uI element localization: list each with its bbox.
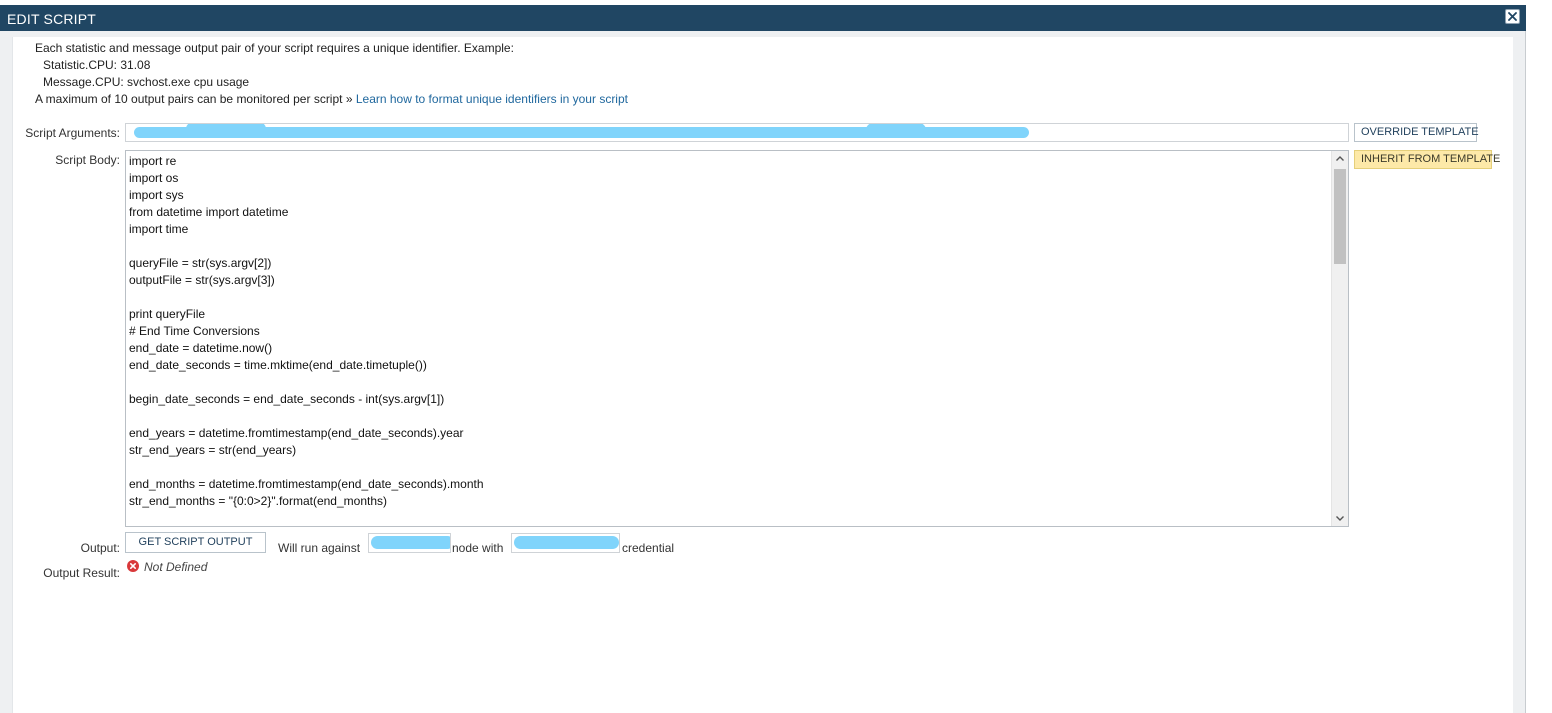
intro-limit-line: A maximum of 10 output pairs can be moni… <box>35 91 628 108</box>
dialog-content: Each statistic and message output pair o… <box>12 37 1513 713</box>
chevron-up-icon[interactable] <box>1335 154 1345 164</box>
scrollbar-thumb[interactable] <box>1334 169 1346 264</box>
error-circle-icon <box>127 560 139 572</box>
inherit-from-template-button[interactable]: INHERIT FROM TEMPLATE <box>1354 150 1500 169</box>
script-arguments-label: Script Arguments: <box>25 126 120 140</box>
script-body-label: Script Body: <box>55 153 120 167</box>
node-with-text: node with <box>452 541 504 555</box>
redaction-mark <box>371 536 450 549</box>
get-script-output-button[interactable]: GET SCRIPT OUTPUT <box>125 532 266 553</box>
override-template-button[interactable]: OVERRIDE TEMPLATE <box>1354 123 1479 142</box>
output-label: Output: <box>80 541 120 555</box>
close-icon <box>1508 12 1517 21</box>
output-result-value: Not Defined <box>144 560 208 574</box>
redaction-mark <box>514 536 619 549</box>
output-result-label: Output Result: <box>43 566 120 580</box>
node-field[interactable] <box>368 533 451 553</box>
intro-example-message: Message.CPU: svchost.exe cpu usage <box>43 75 250 89</box>
redaction-mark <box>186 124 266 136</box>
chevron-down-icon[interactable] <box>1335 513 1345 523</box>
close-button[interactable] <box>1505 9 1520 24</box>
intro-example-statistic: Statistic.CPU: 31.08 <box>43 58 151 72</box>
dialog-titlebar: EDIT SCRIPT <box>0 5 1526 31</box>
script-body-editor[interactable]: import re import os import sys from date… <box>125 150 1349 527</box>
intro-line: Each statistic and message output pair o… <box>35 41 514 55</box>
edit-script-dialog: EDIT SCRIPT Each statistic and message o… <box>0 5 1526 713</box>
script-intro: Each statistic and message output pair o… <box>35 40 628 108</box>
credential-text: credential <box>622 541 675 555</box>
script-arguments-input[interactable] <box>125 123 1349 142</box>
script-body-scrollbar[interactable] <box>1331 151 1348 526</box>
format-identifiers-link[interactable]: Learn how to format unique identifiers i… <box>356 92 628 106</box>
dialog-title: EDIT SCRIPT <box>7 11 97 27</box>
intro-limit-text: A maximum of 10 output pairs can be moni… <box>35 92 353 106</box>
script-body-code[interactable]: import re import os import sys from date… <box>129 153 1328 510</box>
redaction-mark <box>866 124 926 137</box>
will-run-against-text: Will run against <box>278 541 361 555</box>
credential-field[interactable] <box>511 533 620 553</box>
